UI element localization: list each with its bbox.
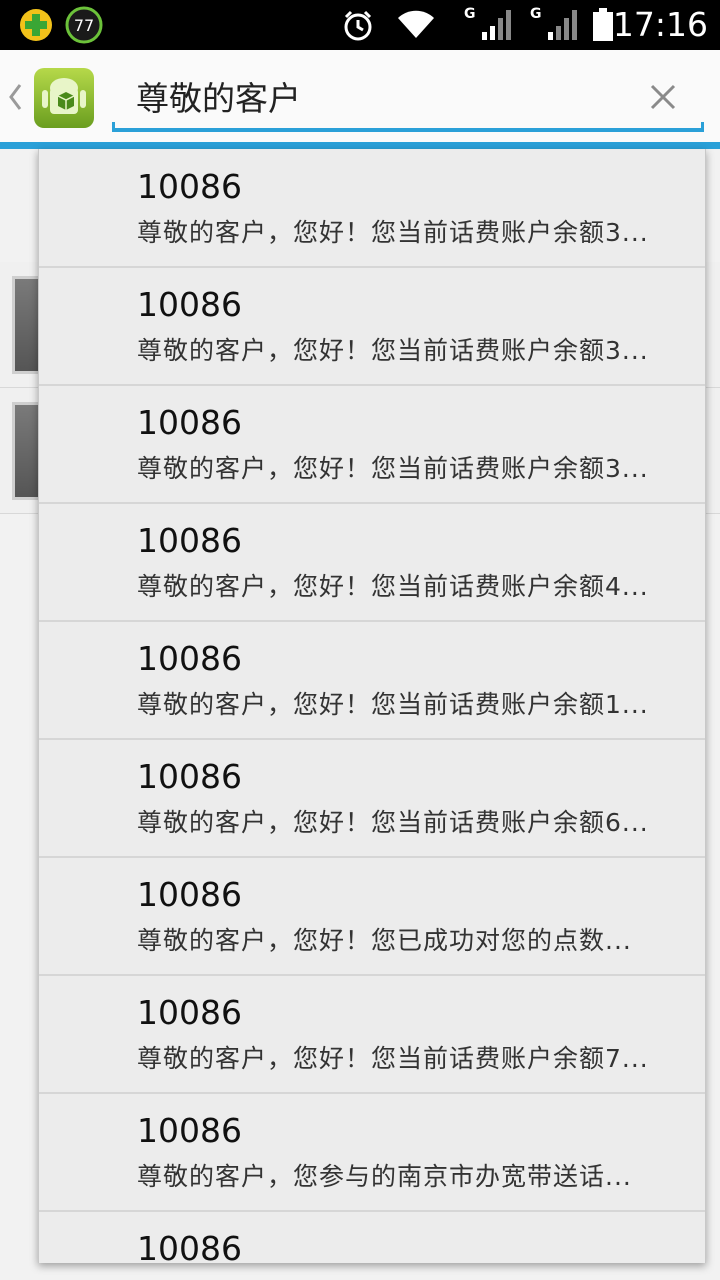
suggestion-snippet: 尊敬的客户，您好！您当前话费账户余额4... [137, 572, 649, 601]
suggestion-item[interactable]: 10086 尊敬的客户，您好！您当前话费账户余额3... [39, 385, 705, 504]
suggestion-title: 10086 [137, 403, 242, 442]
suggestion-title: 10086 [137, 757, 242, 796]
suggestion-title: 10086 [137, 521, 242, 560]
suggestion-snippet: 尊敬的客户，您好！您已成功对您的点数... [137, 926, 632, 955]
wifi-icon [396, 0, 436, 50]
suggestion-title: 10086 [137, 639, 242, 678]
search-input[interactable] [114, 62, 656, 130]
suggestion-title: 10086 [137, 875, 242, 914]
suggestion-item[interactable]: 10086 尊敬的客户，您参与的南京市办宽带送话... [39, 1093, 705, 1212]
network-type-label: G [464, 6, 476, 22]
suggestion-snippet: 尊敬的客户，您好！您当前话费账户余额3... [137, 454, 649, 483]
suggestion-item[interactable]: 10086 [39, 1211, 705, 1263]
action-bar-accent-line [0, 142, 720, 149]
suggestion-item[interactable]: 10086 尊敬的客户，您好！您当前话费账户余额7... [39, 975, 705, 1094]
signal-icon: G [528, 0, 580, 50]
suggestion-title: 10086 [137, 285, 242, 324]
status-bar: 77 G G 17:16 [0, 0, 720, 50]
suggestion-item[interactable]: 10086 尊敬的客户，您好！您当前话费账户余额6... [39, 739, 705, 858]
suggestion-title: 10086 [137, 1229, 242, 1263]
suggestion-item[interactable]: 10086 尊敬的客户，您好！您当前话费账户余额4... [39, 503, 705, 622]
close-icon[interactable] [644, 78, 682, 116]
suggestion-title: 10086 [137, 1111, 242, 1150]
suggestion-item[interactable]: 10086 尊敬的客户，您好！您当前话费账户余额3... [39, 267, 705, 386]
signal-icon: G [462, 0, 514, 50]
search-suggestions-dropdown: 10086 尊敬的客户，您好！您当前话费账户余额3... 10086 尊敬的客户… [38, 149, 706, 1263]
suggestion-snippet: 尊敬的客户，您好！您当前话费账户余额3... [137, 336, 649, 365]
network-type-label: G [530, 6, 542, 22]
suggestion-item[interactable]: 10086 尊敬的客户，您好！您已成功对您的点数... [39, 857, 705, 976]
android-app-icon[interactable] [32, 66, 96, 130]
alarm-icon [340, 0, 376, 50]
security-badge-icon: 77 [64, 0, 104, 50]
suggestion-snippet: 尊敬的客户，您好！您当前话费账户余额1... [137, 690, 649, 719]
suggestion-snippet: 尊敬的客户，您参与的南京市办宽带送话... [137, 1162, 632, 1191]
suggestion-snippet: 尊敬的客户，您好！您当前话费账户余额6... [137, 808, 649, 837]
badge-number: 77 [74, 16, 94, 35]
suggestion-title: 10086 [137, 993, 242, 1032]
suggestion-item[interactable]: 10086 尊敬的客户，您好！您当前话费账户余额1... [39, 621, 705, 740]
suggestion-title: 10086 [137, 167, 242, 206]
back-caret-icon[interactable] [6, 82, 24, 112]
suggestion-item[interactable]: 10086 尊敬的客户，您好！您当前话费账户余额3... [39, 149, 705, 268]
suggestion-snippet: 尊敬的客户，您好！您当前话费账户余额3... [137, 218, 649, 247]
app-plus-icon [18, 0, 54, 50]
status-time: 17:16 [612, 5, 708, 44]
search-underline [112, 122, 704, 132]
suggestion-snippet: 尊敬的客户，您好！您当前话费账户余额7... [137, 1044, 649, 1073]
